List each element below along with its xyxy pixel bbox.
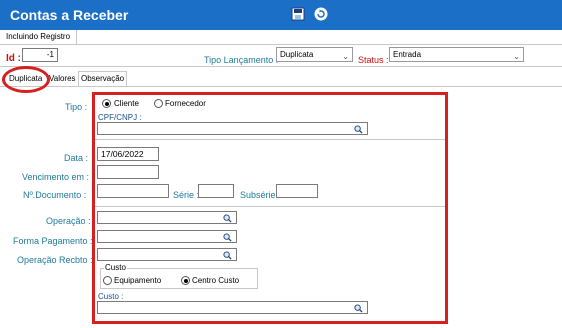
header-divider bbox=[0, 66, 562, 67]
chevron-down-icon: ⌄ bbox=[342, 52, 349, 61]
vencimento-label: Vencimento em : bbox=[22, 172, 90, 182]
tab-observacao[interactable]: Observação bbox=[78, 71, 128, 86]
data-label: Data : bbox=[64, 153, 89, 163]
subtab-divider bbox=[0, 44, 562, 45]
id-label: Id : bbox=[6, 53, 21, 64]
window-title: Contas a Receber bbox=[10, 7, 129, 23]
refresh-button[interactable] bbox=[313, 6, 329, 22]
id-field[interactable]: -1 bbox=[22, 48, 58, 62]
save-button[interactable] bbox=[290, 6, 306, 22]
tipo-label: Tipo : bbox=[65, 102, 88, 112]
tipo-lancamento-select[interactable]: Duplicata ⌄ bbox=[276, 47, 353, 62]
documento-label: Nº.Documento : bbox=[23, 190, 87, 200]
floppy-disk-icon bbox=[291, 7, 305, 21]
tipo-lancamento-label: Tipo Lançamento : bbox=[204, 55, 279, 65]
refresh-icon bbox=[314, 7, 328, 21]
forma-pagamento-label: Forma Pagamento : bbox=[13, 236, 93, 246]
operacao-recbto-label: Operação Recbto : bbox=[17, 255, 93, 265]
status-value: Entrada bbox=[393, 50, 422, 59]
form-highlight-box bbox=[92, 92, 448, 324]
operacao-label: Operação : bbox=[46, 216, 91, 226]
status-label: Status : bbox=[358, 55, 389, 65]
tab-strip-divider bbox=[0, 86, 562, 87]
duplicata-tab-highlight-circle bbox=[2, 66, 50, 93]
subtab-incluindo-registro[interactable]: Incluindo Registro bbox=[0, 30, 78, 45]
status-select[interactable]: Entrada ⌄ bbox=[389, 47, 524, 62]
tab-valores[interactable]: Valores bbox=[47, 72, 78, 86]
tipo-lancamento-value: Duplicata bbox=[280, 50, 314, 59]
chevron-down-icon: ⌄ bbox=[513, 52, 520, 61]
